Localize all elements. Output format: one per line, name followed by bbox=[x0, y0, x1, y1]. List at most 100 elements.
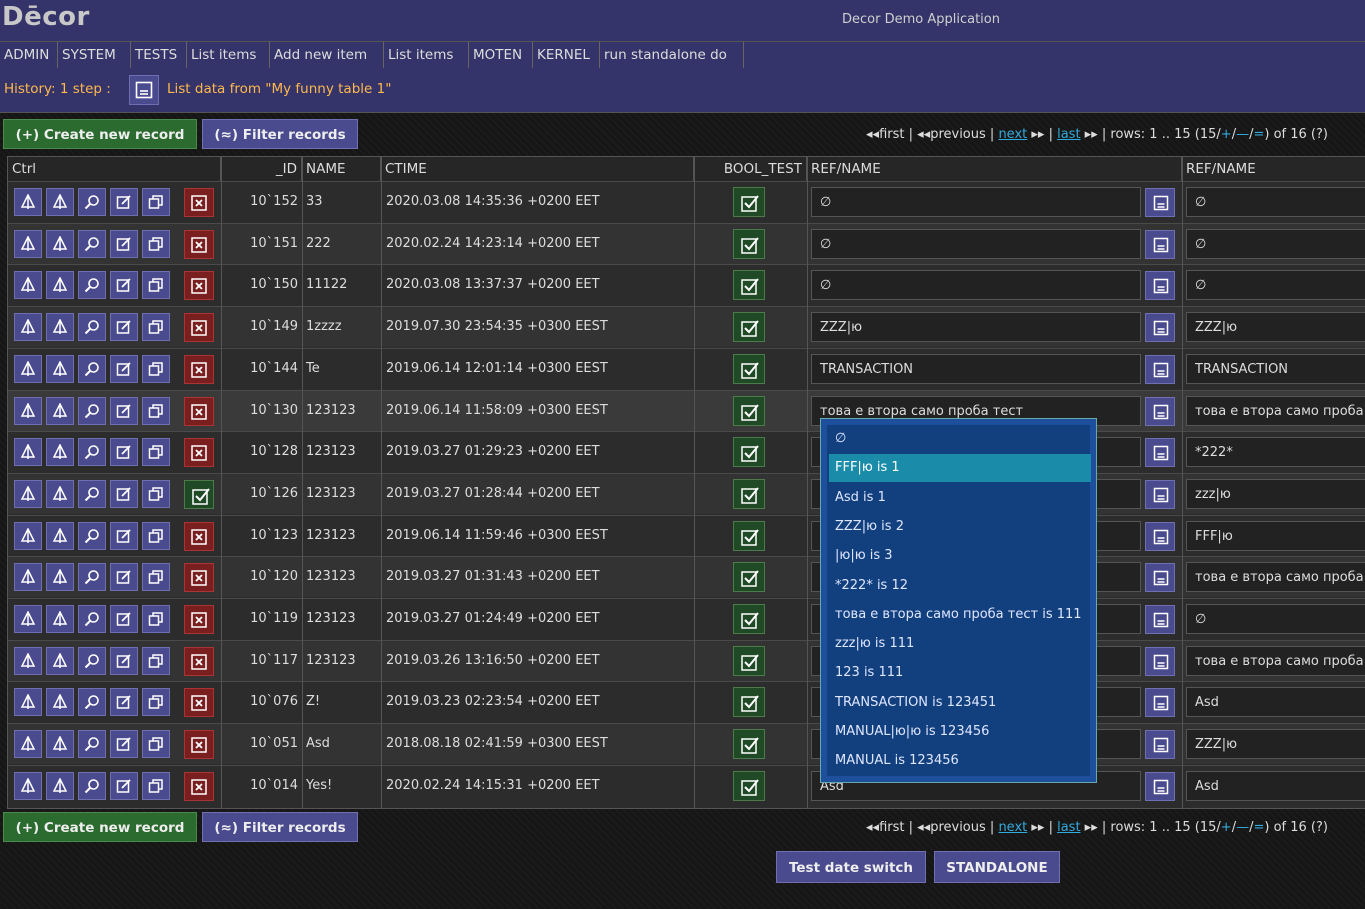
filter-records-button[interactable]: (≈) Filter records bbox=[202, 119, 358, 149]
ref-name-select[interactable]: ∅ bbox=[811, 228, 1141, 259]
search-button[interactable] bbox=[78, 605, 106, 633]
bool-checkbox[interactable] bbox=[733, 729, 765, 760]
view-button[interactable] bbox=[14, 730, 42, 759]
search-button[interactable] bbox=[78, 479, 106, 508]
dropdown-option[interactable]: FFF|ю is 1 bbox=[829, 454, 1091, 483]
view-button[interactable] bbox=[14, 354, 42, 383]
view-alt-button[interactable] bbox=[46, 313, 74, 342]
dropdown-option[interactable]: ZZZ|ю is 2 bbox=[829, 513, 1091, 541]
delete-button[interactable] bbox=[184, 605, 214, 634]
pager-first[interactable]: first bbox=[879, 820, 904, 835]
edit-button[interactable] bbox=[110, 188, 138, 216]
menu-item-kernel[interactable]: KERNEL bbox=[533, 42, 600, 68]
view-button[interactable] bbox=[14, 521, 42, 550]
search-button[interactable] bbox=[78, 730, 106, 759]
view-button[interactable] bbox=[14, 771, 42, 800]
pager-plus[interactable]: + bbox=[1221, 820, 1232, 835]
copy-button[interactable] bbox=[142, 479, 170, 508]
menu-item-system[interactable]: SYSTEM bbox=[58, 42, 131, 68]
dropdown-option[interactable]: zzz|ю is 111 bbox=[829, 630, 1091, 658]
copy-button[interactable] bbox=[142, 730, 170, 759]
create-record-button[interactable]: (+) Create new record bbox=[3, 119, 197, 149]
edit-button[interactable] bbox=[110, 479, 138, 508]
menu-item-admin[interactable]: ADMIN bbox=[0, 42, 58, 68]
ref-name-select-2[interactable]: ZZZ|ю bbox=[1186, 312, 1365, 343]
ref-name-select-2[interactable]: Asd bbox=[1186, 687, 1365, 718]
bool-checkbox[interactable] bbox=[733, 770, 765, 801]
view-alt-button[interactable] bbox=[46, 438, 74, 467]
pager-first[interactable]: first bbox=[879, 127, 904, 142]
bool-checkbox[interactable] bbox=[733, 353, 765, 384]
edit-button[interactable] bbox=[110, 521, 138, 550]
ref-name-select-2[interactable]: ∅ bbox=[1186, 187, 1365, 217]
copy-button[interactable] bbox=[142, 771, 170, 800]
pager-next[interactable]: next bbox=[998, 127, 1027, 142]
view-alt-button[interactable] bbox=[46, 730, 74, 759]
dropdown-option[interactable]: |ю|ю is 3 bbox=[829, 542, 1091, 570]
copy-button[interactable] bbox=[142, 271, 170, 300]
copy-button[interactable] bbox=[142, 563, 170, 592]
search-button[interactable] bbox=[78, 229, 106, 258]
ref-list-button[interactable] bbox=[1145, 521, 1175, 551]
delete-button[interactable] bbox=[184, 438, 214, 468]
ref-list-button[interactable] bbox=[1145, 605, 1175, 634]
delete-button[interactable] bbox=[184, 229, 214, 259]
dropdown-option[interactable]: 123 is 111 bbox=[829, 659, 1091, 687]
edit-button[interactable] bbox=[110, 396, 138, 425]
ref-name-select-2[interactable]: TRANSACTION bbox=[1186, 353, 1365, 384]
delete-button[interactable] bbox=[184, 563, 214, 593]
col-header-name[interactable]: NAME bbox=[302, 157, 381, 181]
edit-button[interactable] bbox=[110, 271, 138, 300]
view-alt-button[interactable] bbox=[46, 605, 74, 633]
pager-last[interactable]: last bbox=[1057, 127, 1080, 142]
view-alt-button[interactable] bbox=[46, 771, 74, 800]
ref-name-select-2[interactable]: zzz|ю bbox=[1186, 478, 1365, 509]
copy-button[interactable] bbox=[142, 313, 170, 342]
view-button[interactable] bbox=[14, 438, 42, 467]
ref-name-select-2[interactable]: ∅ bbox=[1186, 604, 1365, 634]
dropdown-option[interactable]: това е втора само проба тест is 111 bbox=[829, 601, 1091, 629]
view-button[interactable] bbox=[14, 563, 42, 592]
menu-item-tests[interactable]: TESTS bbox=[131, 42, 187, 68]
dropdown-option[interactable]: TRANSACTION is 123451 bbox=[829, 689, 1091, 717]
dropdown-option[interactable]: MANUAL|ю|ю is 123456 bbox=[829, 718, 1091, 746]
col-header-ref-name-2[interactable]: REF/NAME bbox=[1182, 157, 1365, 181]
pager-next[interactable]: next bbox=[998, 820, 1027, 835]
pager-last[interactable]: last bbox=[1057, 820, 1080, 835]
search-button[interactable] bbox=[78, 521, 106, 550]
ref-list-button[interactable] bbox=[1145, 730, 1175, 760]
bool-checkbox[interactable] bbox=[733, 270, 765, 301]
ref-list-button[interactable] bbox=[1145, 563, 1175, 593]
bool-checkbox[interactable] bbox=[733, 520, 765, 551]
delete-button[interactable] bbox=[184, 730, 214, 760]
edit-button[interactable] bbox=[110, 688, 138, 717]
delete-button[interactable] bbox=[184, 396, 214, 426]
create-record-button-bottom[interactable]: (+) Create new record bbox=[3, 812, 197, 842]
edit-button[interactable] bbox=[110, 229, 138, 258]
ref-name-select-2[interactable]: *222* bbox=[1186, 437, 1365, 468]
confirm-button[interactable] bbox=[184, 479, 214, 509]
bool-checkbox[interactable] bbox=[733, 228, 765, 259]
search-button[interactable] bbox=[78, 563, 106, 592]
ref-name-select-2[interactable]: ∅ bbox=[1186, 270, 1365, 301]
ref-list-button[interactable] bbox=[1145, 479, 1175, 509]
ref-name-select-2[interactable]: това е втора само проба bbox=[1186, 395, 1365, 426]
ref-name-select-2[interactable]: FFF|ю bbox=[1186, 520, 1365, 551]
search-button[interactable] bbox=[78, 354, 106, 383]
dropdown-option[interactable]: ∅ bbox=[829, 425, 1091, 453]
copy-button[interactable] bbox=[142, 396, 170, 425]
edit-button[interactable] bbox=[110, 438, 138, 467]
delete-button[interactable] bbox=[184, 354, 214, 384]
copy-button[interactable] bbox=[142, 688, 170, 717]
menu-item-list-items-2[interactable]: List items bbox=[384, 42, 469, 68]
ref-name-select[interactable]: ZZZ|ю bbox=[811, 312, 1141, 343]
ref-list-button[interactable] bbox=[1145, 229, 1175, 259]
view-alt-button[interactable] bbox=[46, 646, 74, 675]
pager-minus[interactable]: — bbox=[1236, 820, 1249, 835]
menu-item-run-standalone[interactable]: run standalone do bbox=[600, 42, 744, 68]
view-alt-button[interactable] bbox=[46, 354, 74, 383]
view-button[interactable] bbox=[14, 271, 42, 300]
history-list-button[interactable] bbox=[129, 75, 159, 105]
view-alt-button[interactable] bbox=[46, 479, 74, 508]
view-button[interactable] bbox=[14, 229, 42, 258]
